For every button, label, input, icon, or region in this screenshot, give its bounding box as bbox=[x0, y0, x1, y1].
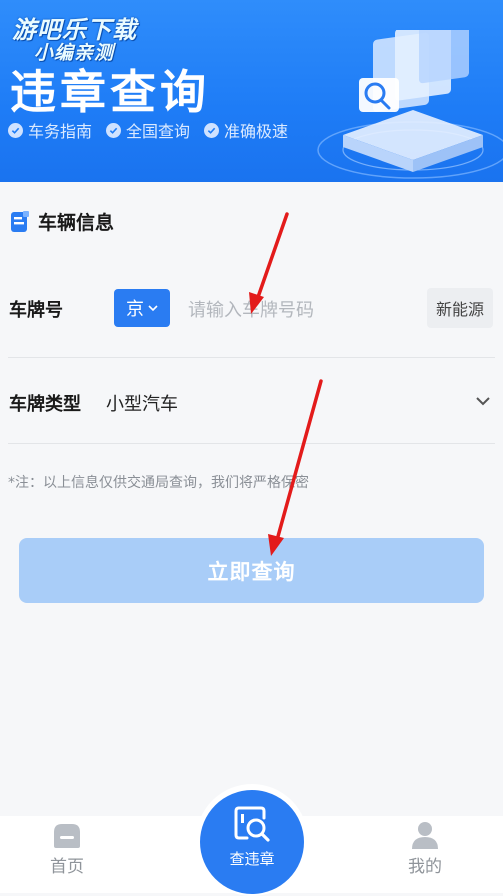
tab-mine[interactable]: 我的 bbox=[408, 820, 442, 877]
new-energy-button[interactable]: 新能源 bbox=[427, 288, 493, 328]
tab-query-violation[interactable]: 查违章 bbox=[200, 790, 304, 894]
banner-illustration bbox=[317, 30, 503, 179]
home-icon bbox=[54, 824, 80, 848]
privacy-note: *注：以上信息仅供交通局查询，我们将严格保密 bbox=[8, 475, 309, 491]
user-icon bbox=[412, 822, 438, 849]
section-header: 车辆信息 bbox=[10, 208, 114, 235]
tab-home-label: 首页 bbox=[50, 857, 84, 877]
plate-type-label: 车牌类型 bbox=[9, 394, 81, 415]
divider bbox=[8, 443, 495, 444]
query-button[interactable]: 立即查询 bbox=[19, 538, 484, 603]
check-circle-icon bbox=[8, 122, 23, 138]
check-circle-icon bbox=[106, 122, 122, 138]
tab-mine-label: 我的 bbox=[408, 857, 442, 877]
plate-number-input[interactable] bbox=[186, 292, 420, 328]
chevron-down-icon bbox=[148, 305, 158, 312]
feature-item: 全国查询 bbox=[106, 118, 190, 142]
feature-item: 准确极速 bbox=[204, 118, 288, 142]
feature-item: 车务指南 bbox=[8, 118, 92, 142]
province-select[interactable]: 京 bbox=[114, 289, 170, 327]
section-title: 车辆信息 bbox=[38, 212, 115, 234]
province-value: 京 bbox=[126, 299, 144, 320]
feature-label: 准确极速 bbox=[224, 122, 289, 141]
divider bbox=[8, 357, 495, 358]
tab-query-violation-label: 查违章 bbox=[229, 850, 275, 868]
feature-label: 车务指南 bbox=[28, 122, 93, 141]
feature-label: 全国查询 bbox=[126, 122, 191, 141]
plate-type-select[interactable]: 小型汽车 bbox=[106, 390, 178, 416]
plate-label: 车牌号 bbox=[9, 300, 63, 321]
document-icon bbox=[11, 210, 29, 232]
tab-home[interactable]: 首页 bbox=[50, 820, 84, 877]
feature-list: 车务指南 全国查询 准确极速 bbox=[8, 118, 288, 142]
chevron-down-icon[interactable] bbox=[474, 392, 492, 410]
header-banner: 游吧乐下载 小编亲测 违章查询 车务指南 全国查询 准确极速 bbox=[0, 0, 503, 182]
check-circle-icon bbox=[204, 122, 220, 138]
page-title: 违章查询 bbox=[10, 65, 210, 119]
search-document-icon bbox=[234, 806, 270, 842]
